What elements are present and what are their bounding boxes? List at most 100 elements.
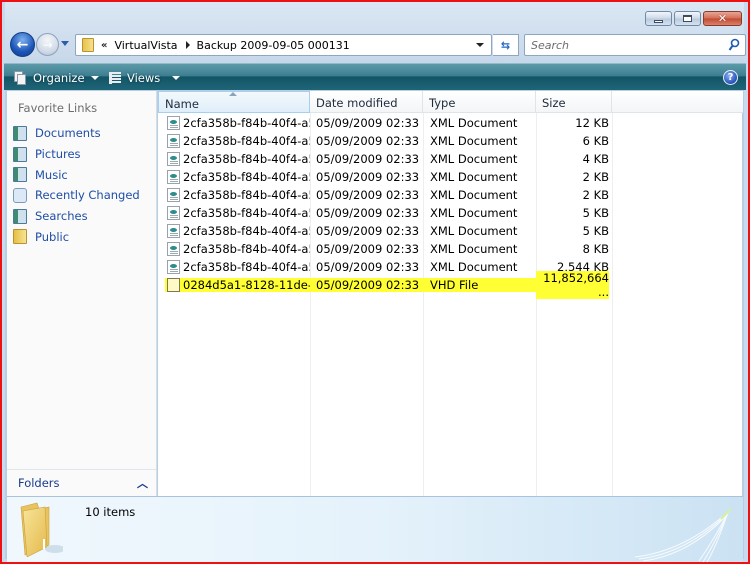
column-header-date-modified[interactable]: Date modified: [310, 91, 423, 113]
favorite-links-list: Documents Pictures Music Recently Change…: [13, 123, 140, 247]
pictures-icon: [13, 146, 27, 162]
file-row[interactable]: 2cfa358b-f84b-40f4-a5... 05/09/2009 02:33…: [158, 132, 609, 150]
address-dropdown-button[interactable]: [469, 35, 491, 55]
recent-pages-dropdown[interactable]: [61, 41, 69, 46]
search-box: [524, 34, 746, 56]
file-name-cell[interactable]: 2cfa358b-f84b-40f4-a5...: [158, 206, 310, 220]
minimize-button[interactable]: [645, 11, 672, 26]
sidebar-item-recently-changed[interactable]: Recently Changed: [13, 185, 140, 206]
type-cell: XML Document: [430, 116, 518, 130]
date-modified-cell: 05/09/2009 02:33: [316, 224, 420, 238]
date-modified-cell: 05/09/2009 02:33: [316, 260, 420, 274]
close-button[interactable]: ✕: [703, 11, 742, 26]
size-cell: 4 KB: [582, 152, 609, 166]
file-row[interactable]: 2cfa358b-f84b-40f4-a5... 05/09/2009 02:33…: [158, 240, 609, 258]
back-button[interactable]: ←: [10, 32, 35, 57]
back-arrow-icon: ←: [16, 36, 29, 53]
explorer-window: ✕ ← → « VirtualVista Backup 2009-09-05 0…: [0, 0, 750, 564]
recently-changed-icon: [13, 187, 27, 203]
xml-file-icon: [167, 188, 180, 202]
file-name-cell[interactable]: 2cfa358b-f84b-40f4-a5...: [158, 224, 310, 238]
sidebar-item-label: Music: [35, 167, 68, 182]
breadcrumb-virtualvista[interactable]: VirtualVista: [114, 39, 177, 52]
file-name-cell[interactable]: 2cfa358b-f84b-40f4-a5...: [158, 188, 310, 202]
sidebar-item-searches[interactable]: Searches: [13, 206, 140, 227]
file-name-cell[interactable]: 2cfa358b-f84b-40f4-a5...: [158, 242, 310, 256]
forward-arrow-icon: →: [42, 37, 53, 52]
sidebar-item-label: Searches: [35, 209, 88, 224]
file-row[interactable]: 2cfa358b-f84b-40f4-a5... 05/09/2009 02:33…: [158, 168, 609, 186]
file-name: 0284d5a1-8128-11de-8...: [183, 278, 310, 292]
xml-file-icon: [167, 152, 180, 166]
views-button[interactable]: Views: [109, 64, 181, 91]
file-name: 2cfa358b-f84b-40f4-a5...: [183, 260, 310, 274]
type-cell: XML Document: [430, 206, 518, 220]
address-bar[interactable]: « VirtualVista Backup 2009-09-05 000131: [75, 34, 492, 56]
sort-ascending-icon: [229, 92, 237, 96]
vista-swoosh-decoration: [634, 508, 732, 563]
file-name-cell[interactable]: 2cfa358b-f84b-40f4-a5...: [158, 116, 310, 130]
folder-icon: [82, 38, 94, 52]
column-header-type[interactable]: Type: [423, 91, 536, 113]
file-row[interactable]: 2cfa358b-f84b-40f4-a5... 05/09/2009 02:33…: [158, 204, 609, 222]
size-cell: 2 KB: [582, 170, 609, 184]
forward-button[interactable]: →: [36, 33, 59, 56]
type-cell: XML Document: [430, 188, 518, 202]
xml-file-icon: [167, 134, 180, 148]
file-row[interactable]: 2cfa358b-f84b-40f4-a5... 05/09/2009 02:33…: [158, 150, 609, 168]
file-name-cell[interactable]: 2cfa358b-f84b-40f4-a5...: [158, 170, 310, 184]
date-modified-cell: 05/09/2009 02:33: [316, 134, 420, 148]
column-header-label: Size: [542, 96, 566, 110]
size-cell: 2 KB: [582, 188, 609, 202]
search-icon[interactable]: [728, 38, 740, 52]
chevron-up-icon[interactable]: ︿: [137, 475, 148, 491]
file-row[interactable]: 0284d5a1-8128-11de-8...05/09/2009 02:33V…: [158, 271, 609, 299]
documents-icon: [13, 125, 27, 141]
breadcrumb-current-folder[interactable]: Backup 2009-09-05 000131: [197, 39, 350, 52]
file-name-cell[interactable]: 0284d5a1-8128-11de-8...: [165, 278, 310, 292]
size-cell: 8 KB: [582, 242, 609, 256]
file-row[interactable]: 2cfa358b-f84b-40f4-a5... 05/09/2009 02:33…: [158, 222, 609, 240]
file-name: 2cfa358b-f84b-40f4-a5...: [183, 134, 310, 148]
date-modified-cell: 05/09/2009 02:33: [310, 278, 423, 292]
file-name-cell[interactable]: 2cfa358b-f84b-40f4-a5...: [158, 134, 310, 148]
maximize-button[interactable]: [674, 11, 701, 26]
file-name-cell[interactable]: 2cfa358b-f84b-40f4-a5...: [158, 260, 310, 274]
file-name: 2cfa358b-f84b-40f4-a5...: [183, 206, 310, 220]
sidebar-item-label: Documents: [35, 126, 101, 141]
file-name: 2cfa358b-f84b-40f4-a5...: [183, 224, 310, 238]
size-cell: 5 KB: [582, 224, 609, 238]
organize-button[interactable]: Organize: [14, 64, 99, 91]
folders-toggle-bar[interactable]: Folders ︿: [7, 469, 156, 496]
navigation-pane: Favorite Links Documents Pictures Music …: [7, 91, 157, 496]
sidebar-item-pictures[interactable]: Pictures: [13, 144, 140, 165]
sidebar-item-label: Pictures: [35, 147, 81, 162]
column-header-size[interactable]: Size: [536, 91, 612, 113]
sidebar-item-documents[interactable]: Documents: [13, 123, 140, 144]
column-header-label: Type: [429, 96, 456, 110]
file-name-cell[interactable]: 2cfa358b-f84b-40f4-a5...: [158, 152, 310, 166]
column-header-name[interactable]: Name: [158, 91, 310, 113]
breadcrumb-separator-icon[interactable]: [185, 41, 190, 49]
refresh-button[interactable]: ⇆: [493, 34, 519, 56]
sidebar-item-label: Public: [35, 229, 70, 244]
file-name: 2cfa358b-f84b-40f4-a5...: [183, 116, 310, 130]
file-list: Name Date modified Type Size 2cfa358b-f8…: [158, 91, 743, 496]
sidebar-item-music[interactable]: Music: [13, 164, 140, 185]
xml-file-icon: [167, 206, 180, 220]
sidebar-item-public[interactable]: Public: [13, 226, 140, 247]
search-input[interactable]: [525, 35, 715, 55]
folders-label: Folders: [18, 476, 60, 490]
file-row[interactable]: 2cfa358b-f84b-40f4-a5... 05/09/2009 02:33…: [158, 114, 609, 132]
file-name: 2cfa358b-f84b-40f4-a5...: [183, 188, 310, 202]
caption-buttons: ✕: [645, 11, 742, 26]
type-cell: XML Document: [430, 242, 518, 256]
xml-file-icon: [167, 260, 180, 274]
address-overflow-chevron[interactable]: «: [101, 40, 107, 51]
file-name: 2cfa358b-f84b-40f4-a5...: [183, 152, 310, 166]
xml-file-icon: [167, 224, 180, 238]
file-row[interactable]: 2cfa358b-f84b-40f4-a5... 05/09/2009 02:33…: [158, 186, 609, 204]
help-button[interactable]: ?: [723, 70, 738, 85]
column-header-filler: [612, 91, 743, 113]
views-dropdown-icon: [172, 75, 181, 80]
